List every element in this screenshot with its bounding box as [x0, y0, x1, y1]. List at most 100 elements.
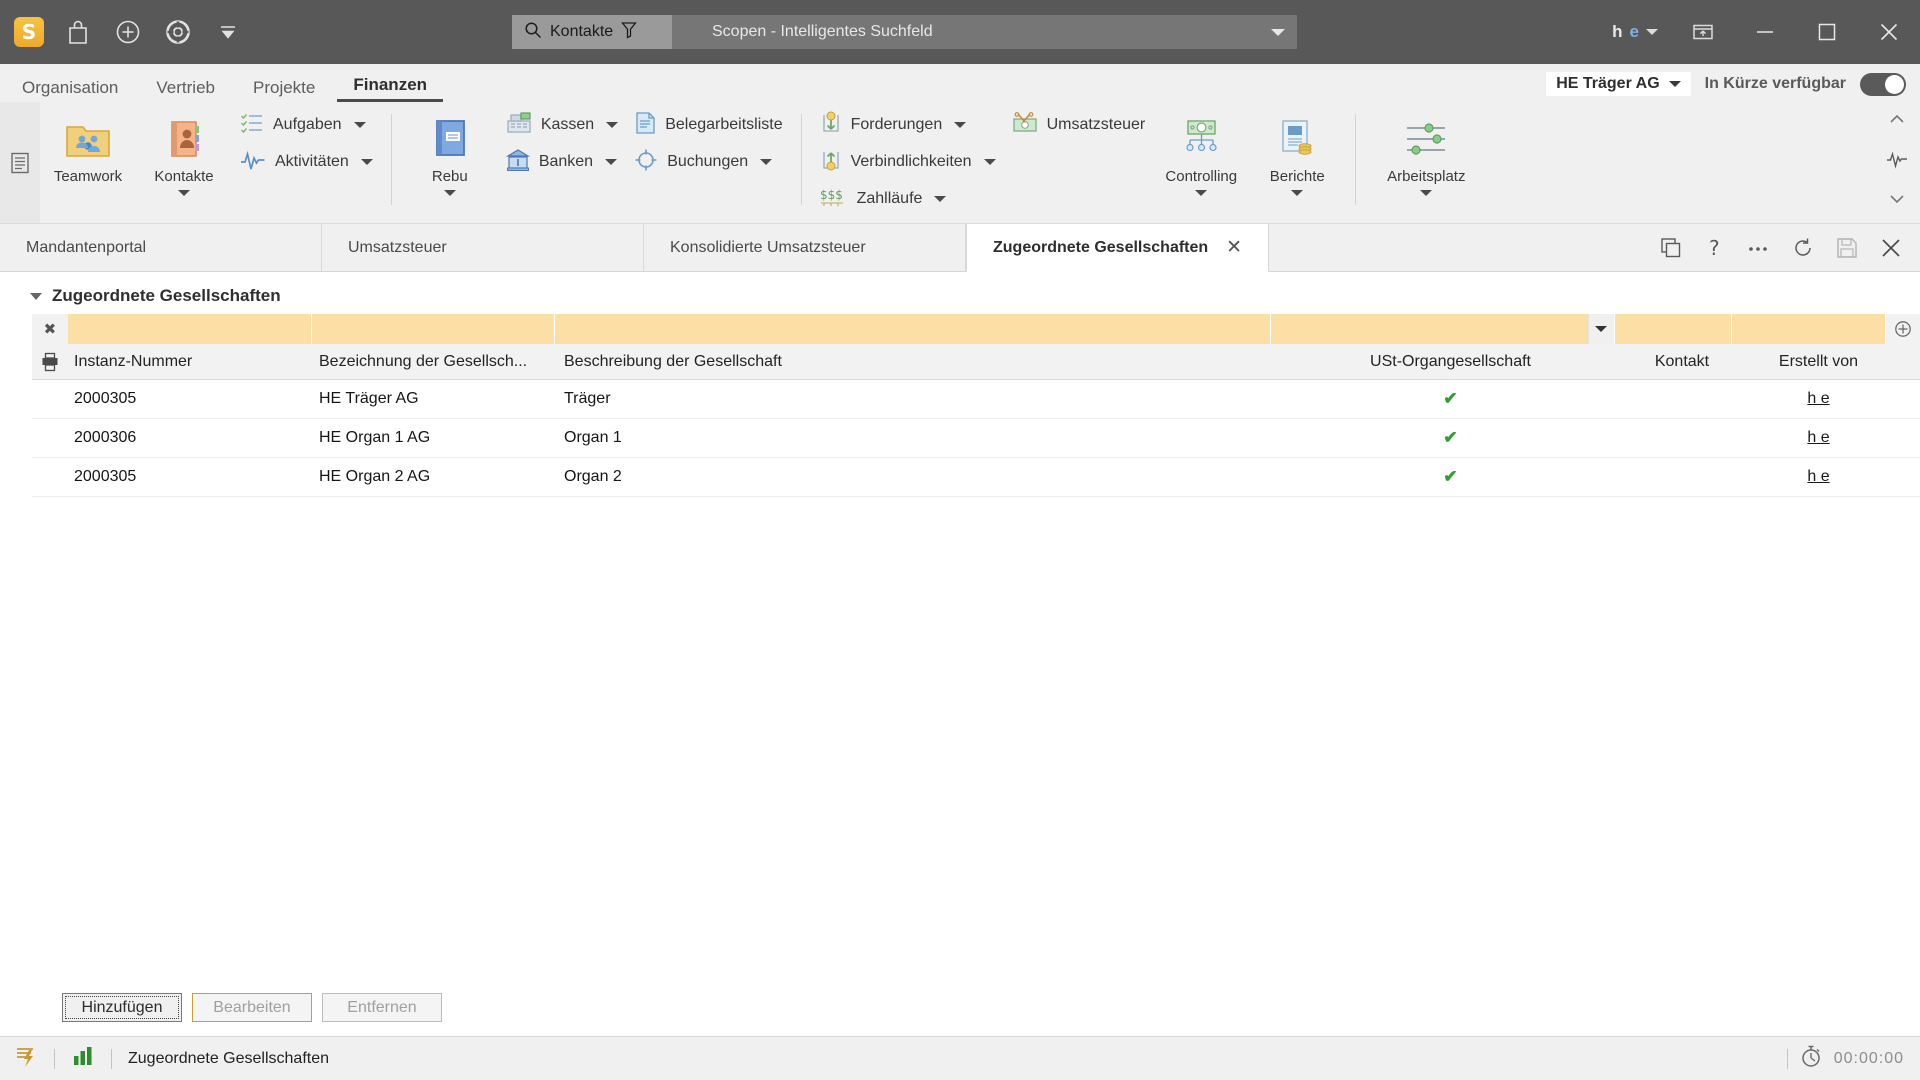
minimize-icon[interactable] [1734, 0, 1796, 64]
ribbon-button-kontakte[interactable]: Kontakte [136, 110, 232, 196]
ribbon-button-berichte[interactable]: Berichte [1249, 110, 1345, 196]
lifebuoy-icon[interactable] [162, 16, 194, 48]
chevron-down-icon[interactable] [1271, 28, 1285, 36]
filter-icon[interactable] [621, 21, 638, 44]
column-header-ust-organgesellschaft[interactable]: USt-Organgesellschaft [1278, 344, 1623, 379]
chevron-down-icon[interactable] [983, 159, 996, 165]
filter-input-bezeichnung[interactable] [311, 314, 556, 344]
plus-circle-icon[interactable] [112, 16, 144, 48]
edit-button[interactable]: Bearbeiten [192, 993, 312, 1022]
clear-filter-button[interactable]: ✖ [32, 314, 68, 344]
availability-toggle[interactable] [1860, 72, 1906, 96]
ribbon-pin-icon[interactable] [0, 102, 40, 223]
user-link[interactable]: h e [1807, 429, 1829, 447]
ribbon-button-aktivitaeten[interactable]: Aktivitäten [232, 147, 381, 177]
ribbon-scroll-up-icon[interactable] [1889, 112, 1905, 130]
ribbon-button-controlling[interactable]: Controlling [1153, 110, 1249, 196]
ribbon-button-zahllaeufe[interactable]: $$$ Zahlläufe [812, 184, 1004, 214]
chevron-down-icon[interactable] [760, 159, 773, 165]
chevron-down-icon[interactable] [1195, 190, 1208, 196]
maximize-icon[interactable] [1796, 0, 1858, 64]
bag-icon[interactable] [62, 16, 94, 48]
tab-zugeordnete-gesellschaften[interactable]: Zugeordnete Gesellschaften ✕ [966, 224, 1270, 272]
ribbon-tab-projekte[interactable]: Projekte [237, 79, 331, 102]
save-icon[interactable] [1828, 229, 1866, 267]
chevron-down-icon[interactable] [360, 159, 373, 165]
tab-close-icon[interactable]: ✕ [1226, 236, 1242, 259]
ribbon-button-arbeitsplatz[interactable]: Arbeitsplatz [1366, 110, 1486, 196]
ribbon-tab-vertrieb[interactable]: Vertrieb [140, 79, 231, 102]
chevron-down-icon[interactable] [934, 196, 947, 202]
ribbon-button-verbindlichkeiten[interactable]: Verbindlichkeiten [812, 147, 1004, 177]
filter-input-beschreibung[interactable] [555, 314, 1272, 344]
duplicate-icon[interactable] [1652, 229, 1690, 267]
ribbon-tab-finanzen[interactable]: Finanzen [337, 76, 444, 102]
ribbon-scroll-down-icon[interactable] [1889, 192, 1905, 210]
ribbon-tab-organisation[interactable]: Organisation [6, 79, 134, 102]
restore-down-icon[interactable] [1672, 0, 1734, 64]
add-column-button[interactable] [1886, 314, 1920, 344]
stopwatch-icon[interactable] [1800, 1044, 1822, 1073]
payables-icon [820, 147, 842, 178]
refresh-icon[interactable] [1784, 229, 1822, 267]
close-icon[interactable] [1858, 0, 1920, 64]
column-header-instanz-nummer[interactable]: Instanz-Nummer [68, 344, 313, 379]
ribbon-button-rebu[interactable]: Rebu [402, 110, 498, 196]
tab-konsolidierte-umsatzsteuer[interactable]: Konsolidierte Umsatzsteuer [644, 224, 966, 271]
chevron-down-icon[interactable] [954, 122, 967, 128]
chevron-down-icon[interactable] [1668, 81, 1681, 87]
close-icon[interactable] [1872, 229, 1910, 267]
global-search-bar[interactable]: Kontakte Scopen - Intelligentes Suchfeld [512, 15, 1297, 49]
triangle-down-icon[interactable] [30, 292, 42, 300]
app-logo-icon[interactable]: S [14, 17, 44, 47]
user-menu[interactable]: h e [1598, 22, 1672, 42]
table-row[interactable]: 2000306 HE Organ 1 AG Organ 1 ✔ h e [32, 419, 1920, 458]
filter-input-erstellt-von[interactable] [1731, 314, 1887, 344]
svg-text:$$$: $$$ [820, 188, 843, 202]
company-selector[interactable]: HE Träger AG [1546, 72, 1691, 96]
ribbon-activity-icon[interactable] [1886, 149, 1908, 174]
ribbon-button-buchungen[interactable]: Buchungen [626, 147, 790, 177]
chevron-down-icon[interactable] [1587, 314, 1614, 344]
collapse-icon[interactable] [212, 16, 244, 48]
user-link[interactable]: h e [1807, 468, 1829, 486]
tab-mandantenportal[interactable]: Mandantenportal [0, 224, 322, 271]
table-row[interactable]: 2000305 HE Träger AG Träger ✔ h e [32, 380, 1920, 419]
search-scope[interactable]: Kontakte [512, 15, 672, 49]
chevron-down-icon[interactable] [353, 122, 366, 128]
chevron-down-icon[interactable] [606, 122, 619, 128]
chevron-down-icon[interactable] [1646, 29, 1658, 35]
bar-chart-icon[interactable] [71, 1045, 95, 1072]
more-icon[interactable] [1740, 229, 1778, 267]
search-input[interactable]: Scopen - Intelligentes Suchfeld [672, 15, 1297, 49]
data-grid: ✖ Instanz-Nummer Bezeichnung der Gesells… [32, 314, 1920, 497]
help-icon[interactable]: ? [1696, 229, 1734, 267]
lightning-note-icon[interactable] [14, 1044, 38, 1073]
ribbon-button-banken[interactable]: Banken [498, 147, 626, 177]
ribbon-button-aufgaben[interactable]: Aufgaben [232, 110, 381, 140]
printer-icon[interactable] [32, 344, 68, 379]
remove-button[interactable]: Entfernen [322, 993, 442, 1022]
chevron-down-icon[interactable] [178, 190, 190, 196]
ribbon-button-kassen[interactable]: Kassen [498, 110, 626, 140]
add-button[interactable]: Hinzufügen [62, 993, 182, 1022]
ribbon-button-belegarbeitsliste[interactable]: Belegarbeitsliste [626, 110, 790, 140]
chevron-down-icon[interactable] [1291, 190, 1304, 196]
chevron-down-icon[interactable] [443, 190, 456, 196]
user-link[interactable]: h e [1807, 390, 1829, 408]
filter-input-kontakt[interactable] [1614, 314, 1732, 344]
chevron-down-icon[interactable] [605, 159, 618, 165]
ribbon-button-teamwork[interactable]: Teamwork [40, 110, 136, 185]
column-header-beschreibung[interactable]: Beschreibung der Gesellschaft [558, 344, 1278, 379]
ribbon-button-forderungen[interactable]: Forderungen [812, 110, 1004, 140]
bank-icon [505, 148, 530, 177]
column-header-erstellt-von[interactable]: Erstellt von [1741, 344, 1896, 379]
column-header-bezeichnung[interactable]: Bezeichnung der Gesellsch... [313, 344, 558, 379]
column-header-kontakt[interactable]: Kontakt [1623, 344, 1741, 379]
ribbon-button-umsatzsteuer[interactable]: Umsatzsteuer [1004, 110, 1154, 140]
filter-input-instanz-nummer[interactable] [67, 314, 312, 344]
chevron-down-icon[interactable] [1420, 190, 1433, 196]
table-row[interactable]: 2000305 HE Organ 2 AG Organ 2 ✔ h e [32, 458, 1920, 497]
filter-input-ust-organgesellschaft[interactable] [1271, 314, 1615, 344]
tab-umsatzsteuer[interactable]: Umsatzsteuer [322, 224, 644, 271]
